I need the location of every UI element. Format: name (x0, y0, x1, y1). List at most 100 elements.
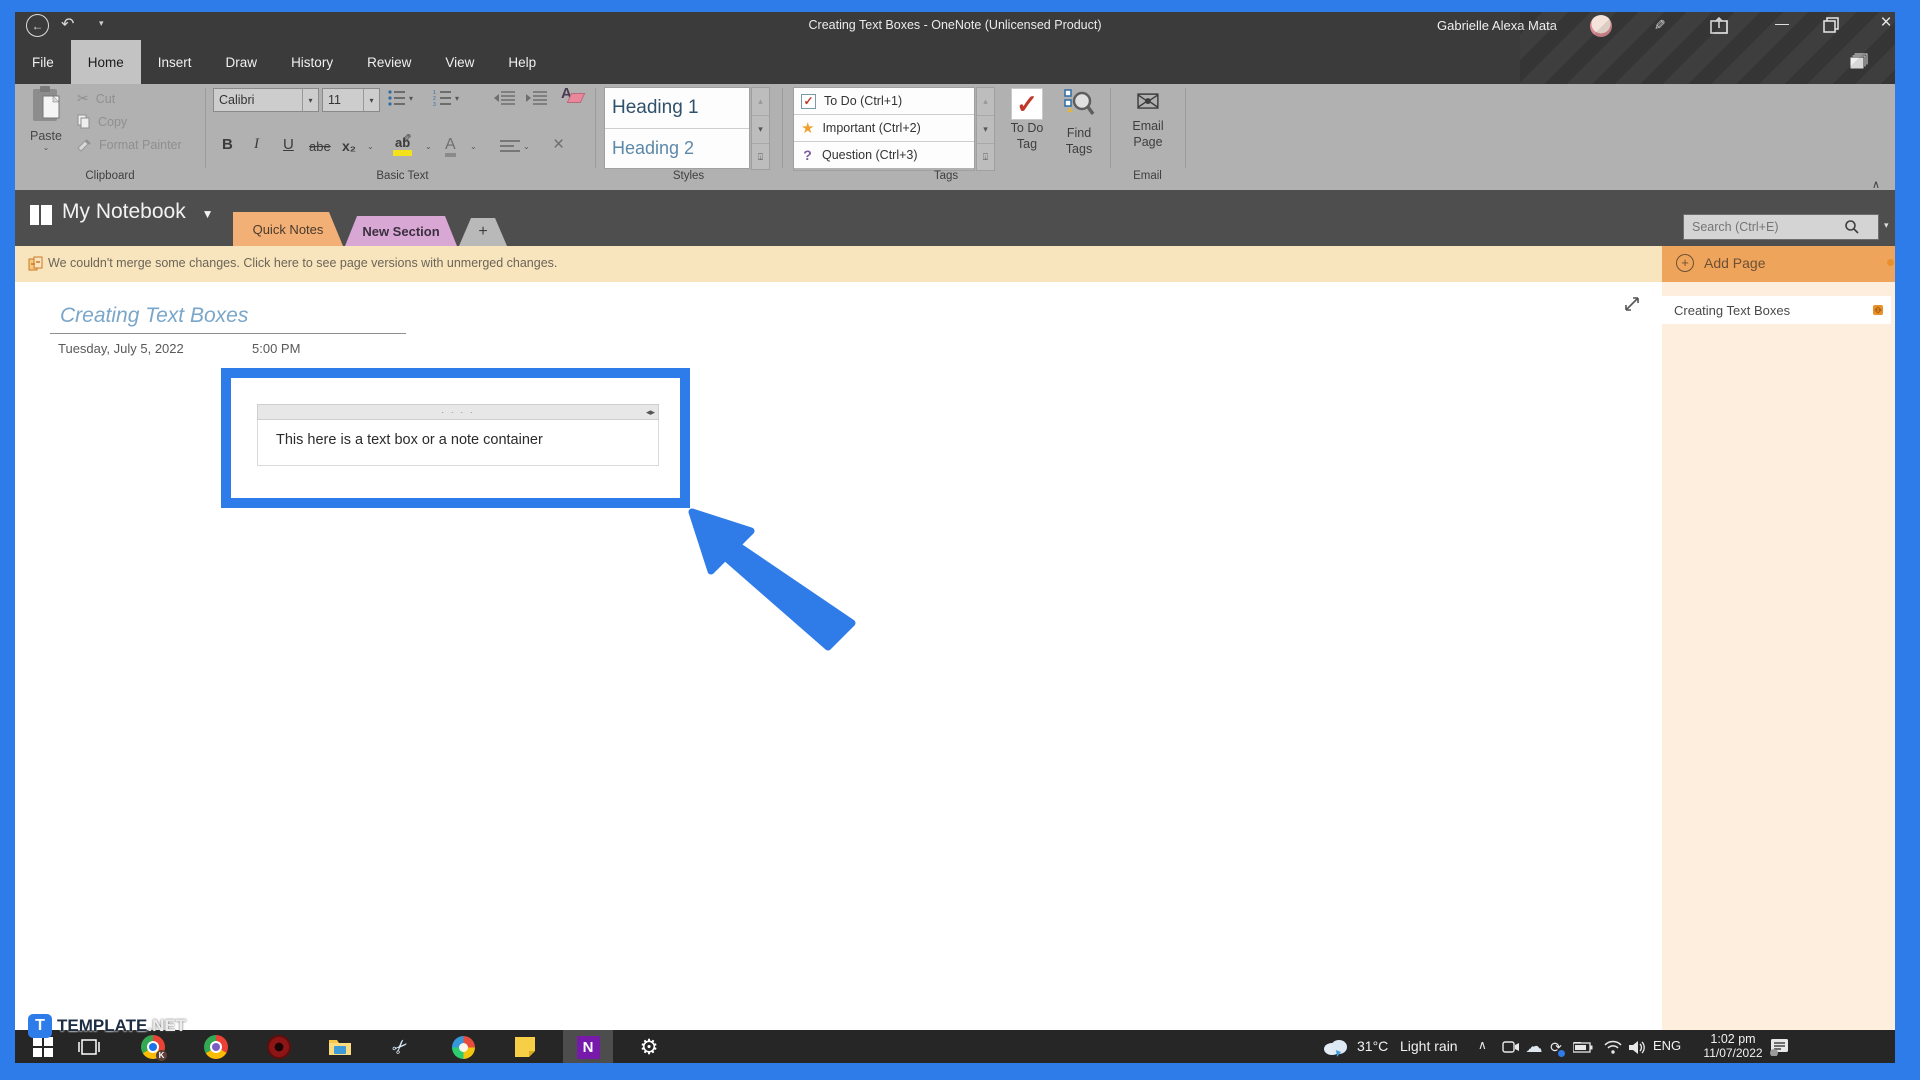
share-icon[interactable] (1710, 16, 1728, 39)
indent-button[interactable] (525, 90, 549, 111)
search-icon[interactable] (1844, 219, 1860, 235)
italic-button[interactable]: I (254, 136, 259, 153)
tab-file[interactable]: File (15, 40, 71, 84)
strikethrough-button[interactable]: abe (309, 139, 331, 154)
note-container-header[interactable]: · · · · ◂▸ (257, 404, 659, 420)
highlight-dropdown-icon[interactable]: ⌄ (425, 142, 432, 151)
search-box[interactable] (1683, 214, 1879, 240)
style-heading2[interactable]: Heading 2 (605, 129, 749, 168)
paste-dropdown-icon[interactable]: ⌄ (22, 143, 70, 152)
notification-message[interactable]: We couldn't merge some changes. Click he… (48, 256, 557, 270)
tab-review[interactable]: Review (350, 40, 428, 84)
underline-button[interactable]: U (283, 136, 294, 153)
delete-button[interactable]: × (553, 134, 564, 156)
tag-important[interactable]: ★ Important (Ctrl+2) (794, 115, 974, 142)
note-resize-icon[interactable]: ◂▸ (646, 407, 655, 418)
styles-up-button[interactable]: ▴ (752, 88, 769, 116)
bullets-button[interactable]: ▾ (387, 89, 413, 107)
font-size-dropdown-icon[interactable]: ▾ (363, 89, 379, 111)
numbering-button[interactable]: 123 ▾ (433, 89, 459, 107)
add-section-tab[interactable]: + (459, 218, 507, 246)
section-tab-new-section[interactable]: New Section (345, 216, 457, 246)
page-canvas[interactable]: Creating Text Boxes Tuesday, July 5, 202… (15, 282, 1662, 1030)
tray-overflow-chevron-icon[interactable]: ∧ (1478, 1038, 1487, 1052)
font-name-select[interactable]: Calibri ▾ (213, 88, 319, 112)
font-color-button[interactable]: A (445, 136, 456, 157)
tags-up-button[interactable]: ▴ (977, 88, 994, 116)
email-page-button[interactable]: ✉ Email Page (1118, 88, 1178, 150)
switch-windows-icon[interactable] (1847, 50, 1871, 79)
styles-more-button[interactable]: ⍗ (752, 144, 769, 171)
action-center-icon[interactable] (1766, 1034, 1792, 1060)
file-explorer-icon[interactable] (327, 1034, 353, 1060)
paragraph-align-button[interactable]: ⌄ (500, 139, 530, 154)
section-tab-quick-notes[interactable]: Quick Notes (233, 212, 343, 246)
notification-bar[interactable]: We couldn't merge some changes. Click he… (15, 246, 1662, 282)
page-title[interactable]: Creating Text Boxes (60, 304, 248, 328)
tab-view[interactable]: View (428, 40, 491, 84)
wifi-icon[interactable] (1600, 1034, 1626, 1060)
todo-tag-button[interactable]: ✓ To Do Tag (1002, 88, 1052, 152)
sticky-notes-icon[interactable] (512, 1034, 538, 1060)
copy-button[interactable]: Copy (77, 114, 127, 129)
tab-draw[interactable]: Draw (209, 40, 275, 84)
note-text[interactable]: This here is a text box or a note contai… (258, 420, 658, 448)
user-name[interactable]: Gabrielle Alexa Mata (1437, 18, 1557, 33)
styles-gallery-scroll[interactable]: ▴ ▾ ⍗ (751, 87, 770, 170)
subscript-dropdown-icon[interactable]: ⌄ (367, 142, 374, 151)
font-size-select[interactable]: 11 ▾ (322, 88, 380, 112)
app-red-icon[interactable] (266, 1034, 292, 1060)
tag-todo[interactable]: ✓ To Do (Ctrl+1) (794, 88, 974, 115)
search-scope-dropdown-icon[interactable]: ▾ (1884, 220, 1889, 231)
tags-down-button[interactable]: ▾ (977, 116, 994, 144)
page-list-item[interactable]: Creating Text Boxes (1662, 296, 1891, 324)
tab-insert[interactable]: Insert (141, 40, 209, 84)
chrome-icon[interactable] (203, 1034, 229, 1060)
paste-button[interactable]: Paste ⌄ (22, 86, 70, 166)
format-painter-button[interactable]: Format Painter (77, 138, 182, 152)
outdent-button[interactable] (493, 90, 517, 111)
style-heading1[interactable]: Heading 1 (605, 88, 749, 129)
highlight-button[interactable]: ab ✎ (393, 133, 413, 156)
tags-gallery[interactable]: ✓ To Do (Ctrl+1) ★ Important (Ctrl+2) ? … (793, 87, 975, 171)
minimize-button[interactable]: — (1767, 15, 1797, 37)
find-tags-button[interactable]: Find Tags (1055, 88, 1103, 157)
clock[interactable]: 1:02 pm 11/07/2022 (1698, 1032, 1768, 1060)
restore-button[interactable] (1823, 17, 1839, 38)
subscript-button[interactable]: x₂ (342, 138, 356, 154)
tab-home[interactable]: Home (70, 40, 141, 84)
close-button[interactable]: × (1871, 12, 1901, 38)
paint-icon[interactable] (450, 1034, 476, 1060)
notebook-dropdown[interactable]: My Notebook ▼ (62, 200, 213, 224)
pen-mode-icon[interactable]: ✎ (1650, 19, 1667, 31)
tab-history[interactable]: History (274, 40, 350, 84)
battery-icon[interactable] (1570, 1034, 1596, 1060)
note-container-grip[interactable]: · · · · (258, 405, 658, 419)
styles-down-button[interactable]: ▾ (752, 116, 769, 144)
cut-button[interactable]: ✂ Cut (77, 90, 115, 107)
language-indicator[interactable]: ENG (1653, 1038, 1681, 1053)
styles-gallery[interactable]: Heading 1 Heading 2 (604, 87, 750, 169)
tag-question[interactable]: ? Question (Ctrl+3) (794, 142, 974, 168)
tab-help[interactable]: Help (491, 40, 553, 84)
font-color-dropdown-icon[interactable]: ⌄ (470, 142, 477, 151)
font-name-dropdown-icon[interactable]: ▾ (302, 89, 318, 111)
settings-gear-icon[interactable]: ⚙ (636, 1034, 662, 1060)
weather-description[interactable]: Light rain (1400, 1038, 1458, 1054)
avatar[interactable] (1590, 15, 1612, 37)
add-page-button[interactable]: + Add Page (1662, 246, 1895, 282)
weather-icon[interactable] (1322, 1034, 1348, 1060)
tags-gallery-scroll[interactable]: ▴ ▾ ⍗ (976, 87, 995, 171)
expand-page-icon[interactable] (1622, 294, 1642, 314)
tags-more-button[interactable]: ⍗ (977, 144, 994, 171)
onenote-taskbar-icon[interactable]: N (575, 1034, 601, 1060)
indent-icon (526, 91, 547, 105)
weather-temperature[interactable]: 31°C (1357, 1038, 1388, 1054)
volume-icon[interactable] (1624, 1034, 1650, 1060)
note-container-body[interactable]: This here is a text box or a note contai… (257, 420, 659, 466)
search-input[interactable] (1690, 219, 1844, 235)
snipping-tool-icon[interactable]: ✂ (388, 1034, 414, 1060)
bold-button[interactable]: B (222, 136, 233, 153)
clear-formatting-button[interactable]: A (558, 84, 586, 110)
sync-icon[interactable]: ⟳ (1543, 1034, 1569, 1060)
